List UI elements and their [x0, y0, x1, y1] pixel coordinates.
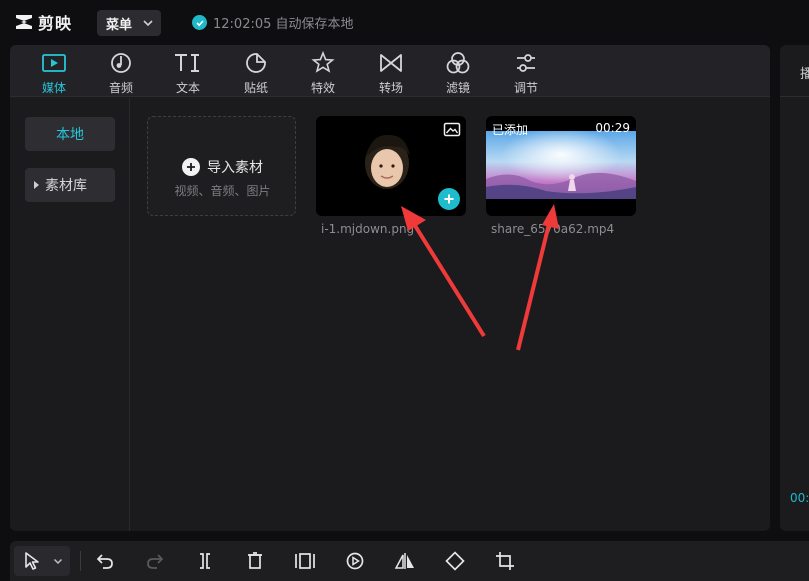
sidebar-item-local[interactable]: 本地 [25, 117, 115, 151]
autosave-text: 12:02:05 自动保存本地 [213, 17, 354, 32]
rotate-icon[interactable] [443, 549, 467, 573]
tab-filter[interactable]: 滤镜 [430, 45, 486, 97]
sticker-icon [246, 53, 266, 73]
transition-icon [380, 54, 402, 72]
text-icon [175, 54, 199, 72]
title-bar: 剪映 菜单 12:02:05 自动保存本地 [0, 0, 809, 44]
tab-text[interactable]: 文本 [160, 45, 216, 97]
effects-icon [311, 51, 335, 73]
tab-effects[interactable]: 特效 [295, 45, 351, 97]
chevron-down-icon [143, 20, 153, 27]
media-filename: i-1.mjdown.png [321, 222, 415, 236]
tab-label: 特效 [310, 81, 335, 95]
timeline-toolbar [10, 541, 809, 581]
tab-media[interactable]: 媒体 [26, 45, 82, 97]
menu-button[interactable]: 菜单 [97, 10, 161, 36]
preview-header-label: 播 [800, 67, 809, 82]
tab-audio[interactable]: 音频 [93, 45, 149, 97]
tab-transition[interactable]: 转场 [363, 45, 419, 97]
import-subtitle: 视频、音频、图片 [174, 184, 271, 198]
media-panel: 媒体 音频 文本 贴纸 特效 转场 滤镜 调节 本地 素材库 导入素材 视频、音… [10, 45, 770, 531]
import-media-button[interactable]: 导入素材 视频、音频、图片 [147, 116, 296, 216]
media-item-image[interactable] [316, 116, 466, 216]
tab-bar: 媒体 音频 文本 贴纸 特效 转场 滤镜 调节 [10, 45, 770, 97]
tab-label: 媒体 [41, 81, 66, 95]
adjust-icon [517, 54, 535, 72]
undo-icon[interactable] [93, 549, 117, 573]
expand-triangle-icon [34, 181, 39, 189]
plus-icon [182, 158, 200, 176]
tab-adjust[interactable]: 调节 [498, 45, 554, 97]
app-name: 剪映 [38, 14, 73, 33]
tab-label: 贴纸 [243, 81, 268, 95]
media-sidebar: 本地 素材库 [10, 98, 130, 531]
filter-icon [446, 52, 470, 74]
play-speed-icon[interactable] [343, 549, 367, 573]
media-filename: share_6570a62.mp4 [491, 222, 615, 236]
crop-icon[interactable] [493, 549, 517, 573]
import-title: 导入素材 [207, 160, 263, 176]
sidebar-item-label: 素材库 [45, 178, 87, 194]
app-logo: 剪映 [14, 10, 72, 34]
image-type-icon [443, 122, 461, 141]
redo-icon[interactable] [143, 549, 167, 573]
split-icon[interactable] [193, 549, 217, 573]
autosave-status: 12:02:05 自动保存本地 [192, 13, 354, 32]
preview-time: 00: [790, 491, 809, 505]
media-icon [42, 54, 66, 72]
add-to-timeline-button[interactable] [438, 188, 460, 210]
select-arrow-icon[interactable] [20, 549, 44, 573]
select-tool-group[interactable] [14, 546, 70, 576]
tab-label: 转场 [378, 81, 403, 95]
freeze-frame-icon[interactable] [293, 549, 317, 573]
video-duration: 00:29 [595, 121, 630, 135]
chevron-down-icon[interactable] [46, 549, 70, 573]
tab-label: 滤镜 [445, 81, 470, 95]
preview-panel: 播 [780, 45, 809, 531]
tab-sticker[interactable]: 贴纸 [228, 45, 284, 97]
sidebar-item-library[interactable]: 素材库 [25, 168, 115, 202]
added-label: 已添加 [492, 123, 529, 137]
tab-label: 文本 [175, 81, 200, 95]
toolbar-divider [80, 551, 81, 571]
added-indicator: 已添加 [492, 121, 528, 138]
tab-label: 调节 [513, 81, 538, 95]
video-thumbnail [486, 131, 636, 199]
media-item-video[interactable]: 已添加 00:29 [486, 116, 636, 216]
audio-icon [111, 53, 131, 73]
delete-icon[interactable] [243, 549, 267, 573]
check-icon [192, 15, 207, 30]
preview-header: 播 [780, 45, 809, 97]
menu-label: 菜单 [106, 17, 133, 33]
capcut-logo-icon [16, 15, 32, 29]
mirror-icon[interactable] [393, 549, 417, 573]
tab-label: 音频 [108, 81, 133, 95]
